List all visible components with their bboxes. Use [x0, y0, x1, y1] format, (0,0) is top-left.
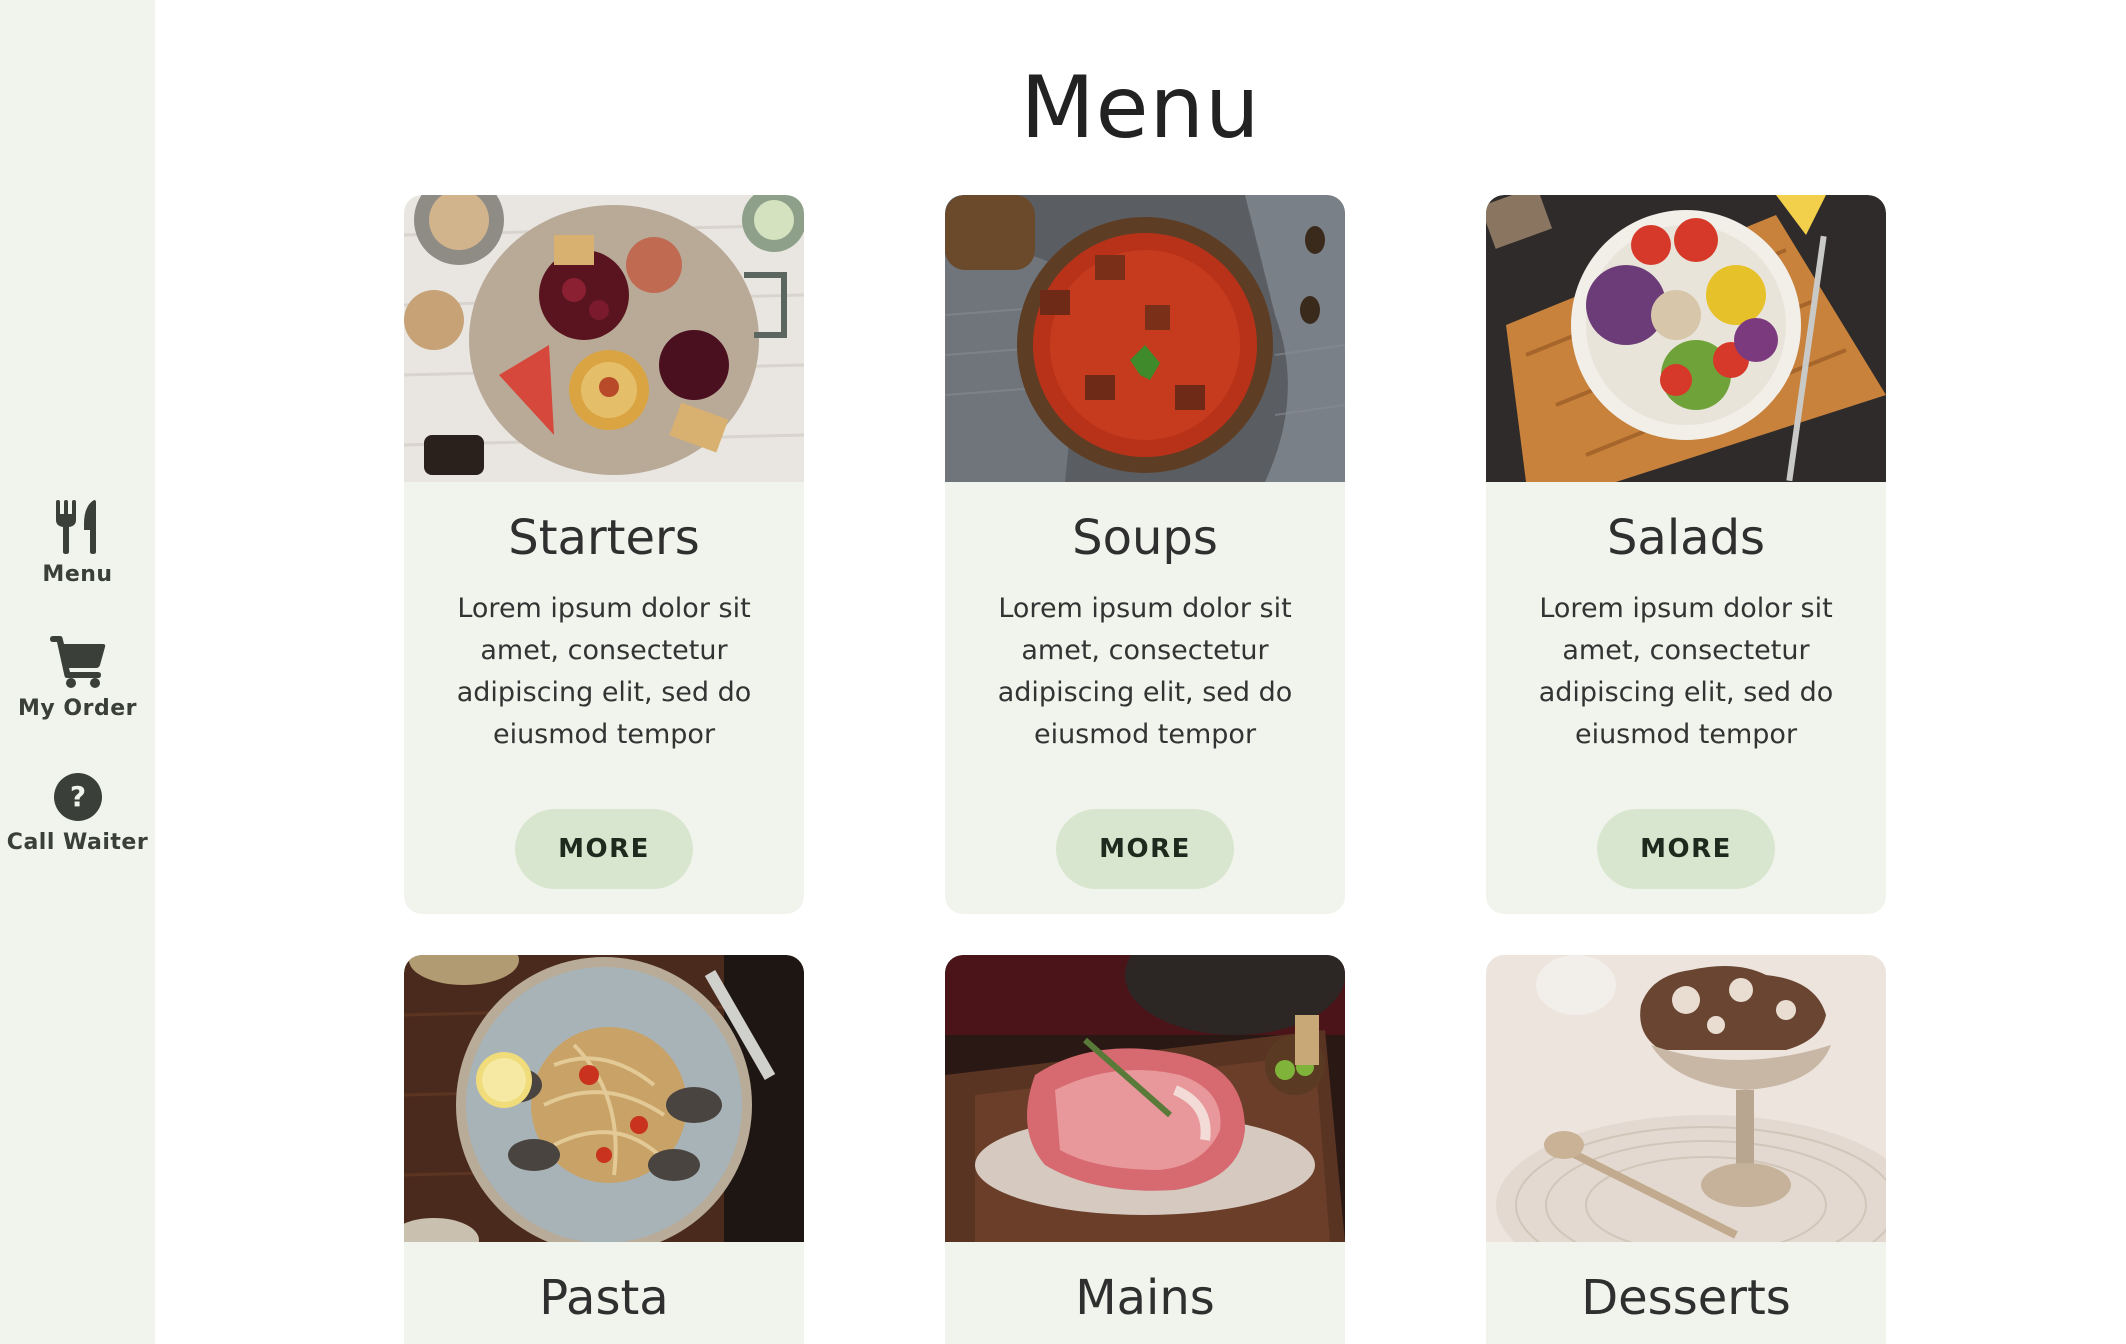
- sidebar-item-call-waiter[interactable]: ? Call Waiter: [0, 772, 155, 855]
- menu-card-salads[interactable]: Salads Lorem ipsum dolor sit amet, conse…: [1486, 195, 1886, 914]
- more-button[interactable]: MORE: [1597, 809, 1775, 889]
- pasta-photo: [404, 955, 804, 1242]
- fork-knife-icon: [55, 500, 96, 554]
- sidebar-item-my-order[interactable]: My Order: [0, 636, 155, 721]
- card-description: Lorem ipsum dolor sit amet, consectetur …: [997, 593, 1293, 750]
- page-title: Menu: [1020, 58, 1261, 158]
- desserts-photo: [1486, 955, 1886, 1242]
- salads-photo: [1486, 195, 1886, 482]
- menu-card-soups[interactable]: Soups Lorem ipsum dolor sit amet, consec…: [945, 195, 1345, 914]
- mains-photo: [945, 955, 1345, 1242]
- svg-text:?: ?: [69, 780, 85, 813]
- menu-card-pasta[interactable]: Pasta: [404, 955, 804, 1344]
- cart-icon: [49, 636, 105, 688]
- menu-card-desserts[interactable]: Desserts: [1486, 955, 1886, 1344]
- sidebar-item-label: My Order: [18, 696, 137, 721]
- card-title: Salads: [1606, 510, 1766, 566]
- card-description: Lorem ipsum dolor sit amet, consectetur …: [1538, 593, 1834, 750]
- sidebar-item-label: Menu: [42, 562, 113, 587]
- sidebar: Menu My Order ? Call Waiter: [0, 0, 155, 1344]
- card-title: Pasta: [539, 1270, 669, 1326]
- starters-photo: [404, 195, 804, 482]
- sidebar-item-menu[interactable]: Menu: [0, 500, 155, 587]
- soups-photo: [945, 195, 1345, 482]
- more-button[interactable]: MORE: [1056, 809, 1234, 889]
- menu-card-starters[interactable]: Starters Lorem ipsum dolor sit amet, con…: [404, 195, 804, 914]
- more-button[interactable]: MORE: [515, 809, 693, 889]
- card-title: Mains: [1075, 1270, 1215, 1326]
- question-icon: ?: [53, 773, 102, 821]
- card-title: Soups: [1072, 510, 1218, 566]
- card-description: Lorem ipsum dolor sit amet, consectetur …: [456, 593, 752, 750]
- card-title: Starters: [508, 510, 700, 566]
- card-title: Desserts: [1581, 1270, 1791, 1326]
- menu-card-mains[interactable]: Mains: [945, 955, 1345, 1344]
- sidebar-item-label: Call Waiter: [6, 830, 149, 855]
